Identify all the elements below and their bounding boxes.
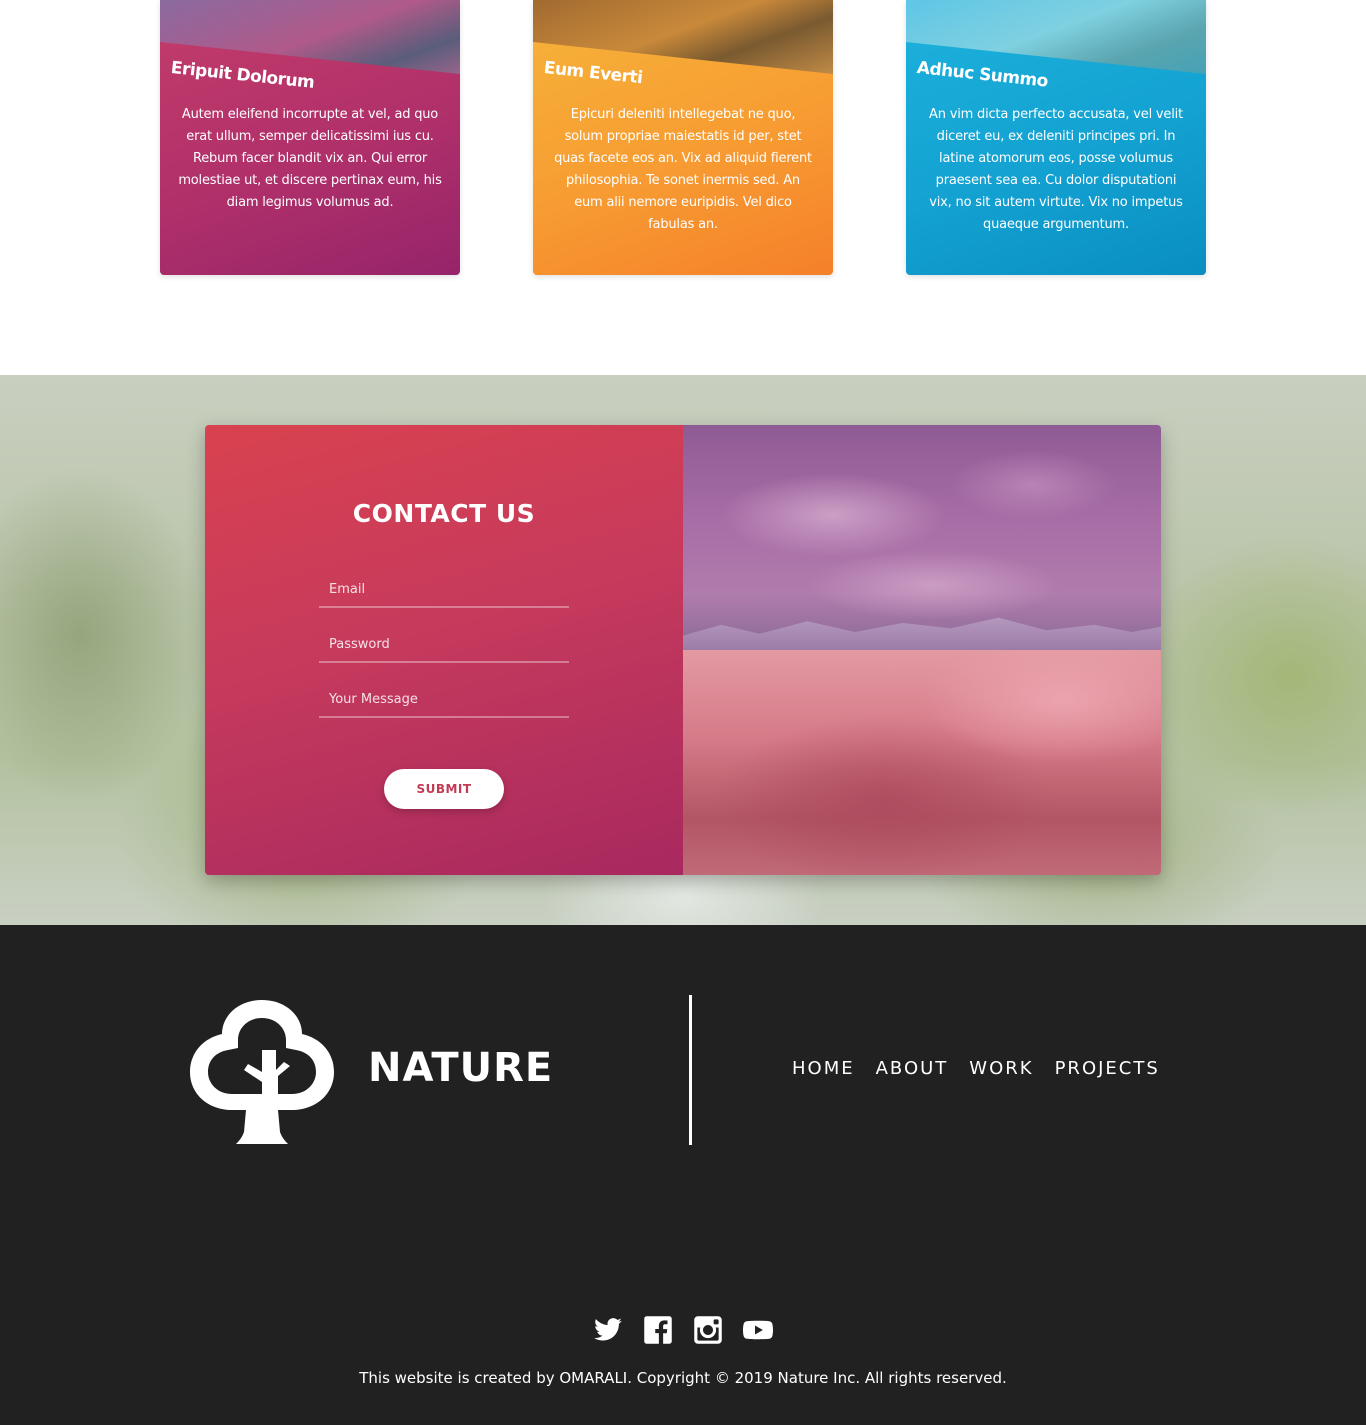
twitter-icon[interactable] (593, 1315, 623, 1345)
contact-card: CONTACT US Email Password Your Message S… (205, 425, 1161, 875)
instagram-icon[interactable] (693, 1315, 723, 1345)
nav-link-projects[interactable]: PROJECTS (1055, 1058, 1160, 1079)
footer-nav: HOME ABOUT WORK PROJECTS (792, 1058, 1160, 1079)
site-footer: NATURE HOME ABOUT WORK PROJECTS This web… (0, 925, 1366, 1425)
feature-card: Eripuit Dolorum Autem eleifend incorrupt… (160, 0, 460, 275)
feature-card: Adhuc Summo An vim dicta perfecto accusa… (906, 0, 1206, 275)
password-field[interactable]: Password (319, 623, 569, 663)
nav-link-work[interactable]: WORK (969, 1058, 1033, 1079)
contact-images (683, 425, 1161, 875)
social-links (593, 1315, 773, 1345)
mountain-sky-image (683, 425, 1161, 650)
email-placeholder: Email (329, 582, 366, 597)
contact-title: CONTACT US (352, 499, 536, 528)
card-title: Eum Everti (542, 58, 644, 89)
mountains-shape (683, 617, 1161, 650)
tree-logo-icon (190, 1000, 334, 1144)
nav-link-home[interactable]: HOME (792, 1058, 855, 1079)
message-field[interactable]: Your Message (319, 678, 569, 718)
youtube-icon[interactable] (743, 1315, 773, 1345)
footer-divider (689, 995, 692, 1145)
card-text: Autem eleifend incorrupte at vel, ad quo… (178, 107, 442, 210)
card-title: Eripuit Dolorum (169, 58, 316, 93)
copyright-text: This website is created by OMARALI. Copy… (359, 1369, 1007, 1387)
card-text: Epicuri deleniti intellegebat ne quo, so… (554, 107, 812, 232)
message-placeholder: Your Message (329, 692, 418, 707)
grass-field-image (683, 650, 1161, 875)
nav-link-about[interactable]: ABOUT (876, 1058, 949, 1079)
card-text: An vim dicta perfecto accusata, vel veli… (929, 107, 1183, 232)
brand-name: NATURE (368, 1045, 554, 1091)
card-title: Adhuc Summo (915, 58, 1049, 92)
features-cards-section: Eripuit Dolorum Autem eleifend incorrupt… (0, 0, 1366, 375)
facebook-icon[interactable] (643, 1315, 673, 1345)
contact-form: CONTACT US Email Password Your Message S… (205, 425, 683, 875)
password-placeholder: Password (329, 637, 390, 652)
submit-button[interactable]: SUBMIT (384, 769, 504, 809)
contact-section: CONTACT US Email Password Your Message S… (0, 375, 1366, 925)
feature-card: Eum Everti Epicuri deleniti intellegebat… (533, 0, 833, 275)
email-field[interactable]: Email (319, 568, 569, 608)
